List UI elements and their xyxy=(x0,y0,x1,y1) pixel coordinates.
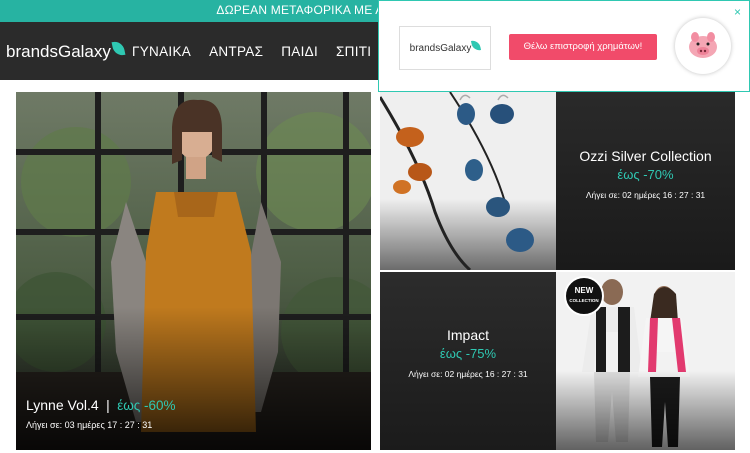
brand-logo[interactable]: brandsGalaxy xyxy=(6,39,126,64)
piggy-bank-icon[interactable] xyxy=(675,18,731,74)
nav-item-kids[interactable]: ΠΑΙΔΙ xyxy=(281,44,318,59)
caption-separator: | xyxy=(106,397,110,413)
countdown-lynne: Λήγει σε: 03 ημέρες 17 : 27 : 31 xyxy=(26,420,153,430)
caption-ozzi: Ozzi Silver Collection έως -70% Λήγει σε… xyxy=(556,148,735,200)
brand-name-impact: Impact xyxy=(446,327,489,343)
cashback-popup: brandsGalaxy Θέλω επιστροφή χρημάτων! × xyxy=(378,0,750,92)
page-edge xyxy=(738,92,750,450)
nav-item-home[interactable]: ΣΠΙΤΙ xyxy=(336,44,371,59)
discount-impact: έως -75% xyxy=(439,346,497,361)
discount-lynne: έως -60% xyxy=(117,398,176,413)
badge-new: NEW xyxy=(574,286,594,295)
brand-name-lynne: Lynne Vol.4 xyxy=(26,397,99,413)
caption-lynne: Lynne Vol.4 | έως -60% Λήγει σε: 03 ημέρ… xyxy=(26,397,176,430)
campaign-card-impact[interactable]: Impact έως -75% Λήγει σε: 02 ημέρες 16 :… xyxy=(380,272,735,450)
badge-collection: COLLECTION xyxy=(569,298,599,303)
logo-text: brandsGalaxy xyxy=(6,42,111,61)
close-icon[interactable]: × xyxy=(734,5,741,19)
new-collection-badge: NEW COLLECTION xyxy=(564,276,604,316)
caption-impact: Impact έως -75% Λήγει σε: 02 ημέρες 16 :… xyxy=(380,327,556,379)
nav-item-men[interactable]: ΑΝΤΡΑΣ xyxy=(209,44,263,59)
leaf-icon xyxy=(111,39,126,57)
countdown-ozzi: Λήγει σε: 02 ημέρες 16 : 27 : 31 xyxy=(585,190,706,200)
discount-ozzi: έως -70% xyxy=(617,167,674,182)
nav-links: ΓΥΝΑΙΚΑ ΑΝΤΡΑΣ ΠΑΙΔΙ ΣΠΙΤΙ ΟΜ xyxy=(132,44,412,59)
nav-item-women[interactable]: ΓΥΝΑΙΚΑ xyxy=(132,44,191,59)
brand-name-ozzi: Ozzi Silver Collection xyxy=(579,148,712,164)
campaign-card-lynne[interactable]: Lynne Vol.4 | έως -60% Λήγει σε: 03 ημέρ… xyxy=(16,92,371,450)
popup-logo-text: brandsGalaxy xyxy=(409,42,472,54)
popup-leaf-icon xyxy=(471,38,482,52)
popup-logo: brandsGalaxy xyxy=(399,26,491,70)
countdown-impact: Λήγει σε: 02 ημέρες 16 : 27 : 31 xyxy=(408,369,528,379)
piggy-bank-graphic xyxy=(689,32,717,58)
refund-button[interactable]: Θέλω επιστροφή χρημάτων! xyxy=(509,34,657,60)
campaign-card-ozzi[interactable]: Ozzi Silver Collection έως -70% Λήγει σε… xyxy=(380,92,735,270)
